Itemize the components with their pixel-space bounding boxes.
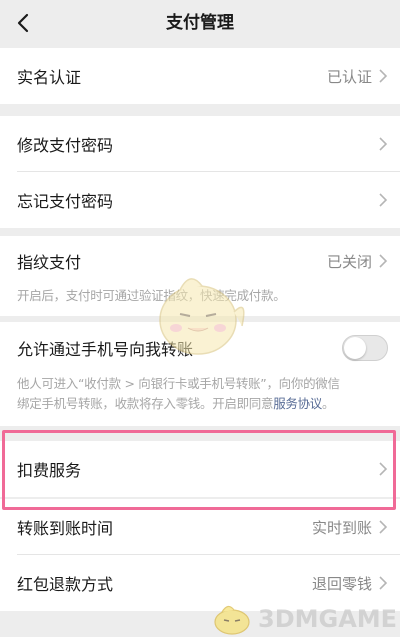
- mascot-logo-icon: [214, 605, 250, 635]
- row-value: 实时到账: [311, 518, 372, 537]
- phone-transfer-toggle[interactable]: [342, 335, 388, 361]
- row-deduction-service[interactable]: 扣费服务: [0, 441, 400, 497]
- row-label: 修改支付密码: [17, 136, 114, 155]
- description-line: 绑定手机号转账，收款将存入零钱。开启即同意服务协议。: [17, 394, 386, 414]
- page-title: 支付管理: [166, 13, 234, 33]
- row-label: 实名认证: [17, 68, 82, 87]
- row-value: 已关闭: [326, 252, 372, 271]
- mascot-watermark-icon: [159, 278, 245, 355]
- nav-bar: 支付管理: [0, 0, 400, 46]
- row-transfer-arrival-time[interactable]: 转账到账时间 实时到账: [0, 499, 400, 555]
- brand-watermark-text: 3DMGAME: [258, 605, 398, 633]
- group-deduction: 扣费服务: [0, 441, 400, 497]
- row-label: 转账到账时间: [17, 519, 114, 538]
- chevron-right-icon: [379, 520, 388, 534]
- chevron-right-icon: [379, 69, 388, 83]
- service-agreement-link[interactable]: 服务协议: [273, 396, 322, 411]
- toggle-knob: [344, 337, 366, 359]
- row-label: 红包退款方式: [17, 575, 114, 594]
- row-label: 忘记支付密码: [17, 192, 114, 211]
- group-identity: 实名认证 已认证: [0, 48, 400, 104]
- brand-watermark: 3DMGAME: [210, 602, 397, 636]
- chevron-right-icon: [379, 193, 388, 207]
- row-real-name-verification[interactable]: 实名认证 已认证: [0, 48, 400, 104]
- phone-transfer-description: 他人可进入“收付款 > 向银行卡或手机号转账”，向你的微信 绑定手机号转账，收款…: [0, 374, 400, 426]
- row-label: 扣费服务: [17, 461, 82, 480]
- group-transfer-settings: 转账到账时间 实时到账 红包退款方式 退回零钱: [0, 499, 400, 611]
- chevron-right-icon: [379, 462, 388, 476]
- group-password: 修改支付密码 忘记支付密码: [0, 116, 400, 228]
- description-suffix: 。: [322, 396, 335, 411]
- row-value: 已认证: [326, 67, 372, 86]
- row-value: 退回零钱: [311, 574, 372, 593]
- row-forgot-pay-password[interactable]: 忘记支付密码: [0, 172, 400, 228]
- chevron-right-icon: [379, 137, 388, 151]
- chevron-right-icon: [379, 254, 388, 268]
- description-line: 他人可进入“收付款 > 向银行卡或手机号转账”，向你的微信: [17, 376, 340, 391]
- chevron-right-icon: [379, 576, 388, 590]
- description-text: 绑定手机号转账，收款将存入零钱。开启即同意: [17, 396, 274, 411]
- row-change-pay-password[interactable]: 修改支付密码: [0, 116, 400, 172]
